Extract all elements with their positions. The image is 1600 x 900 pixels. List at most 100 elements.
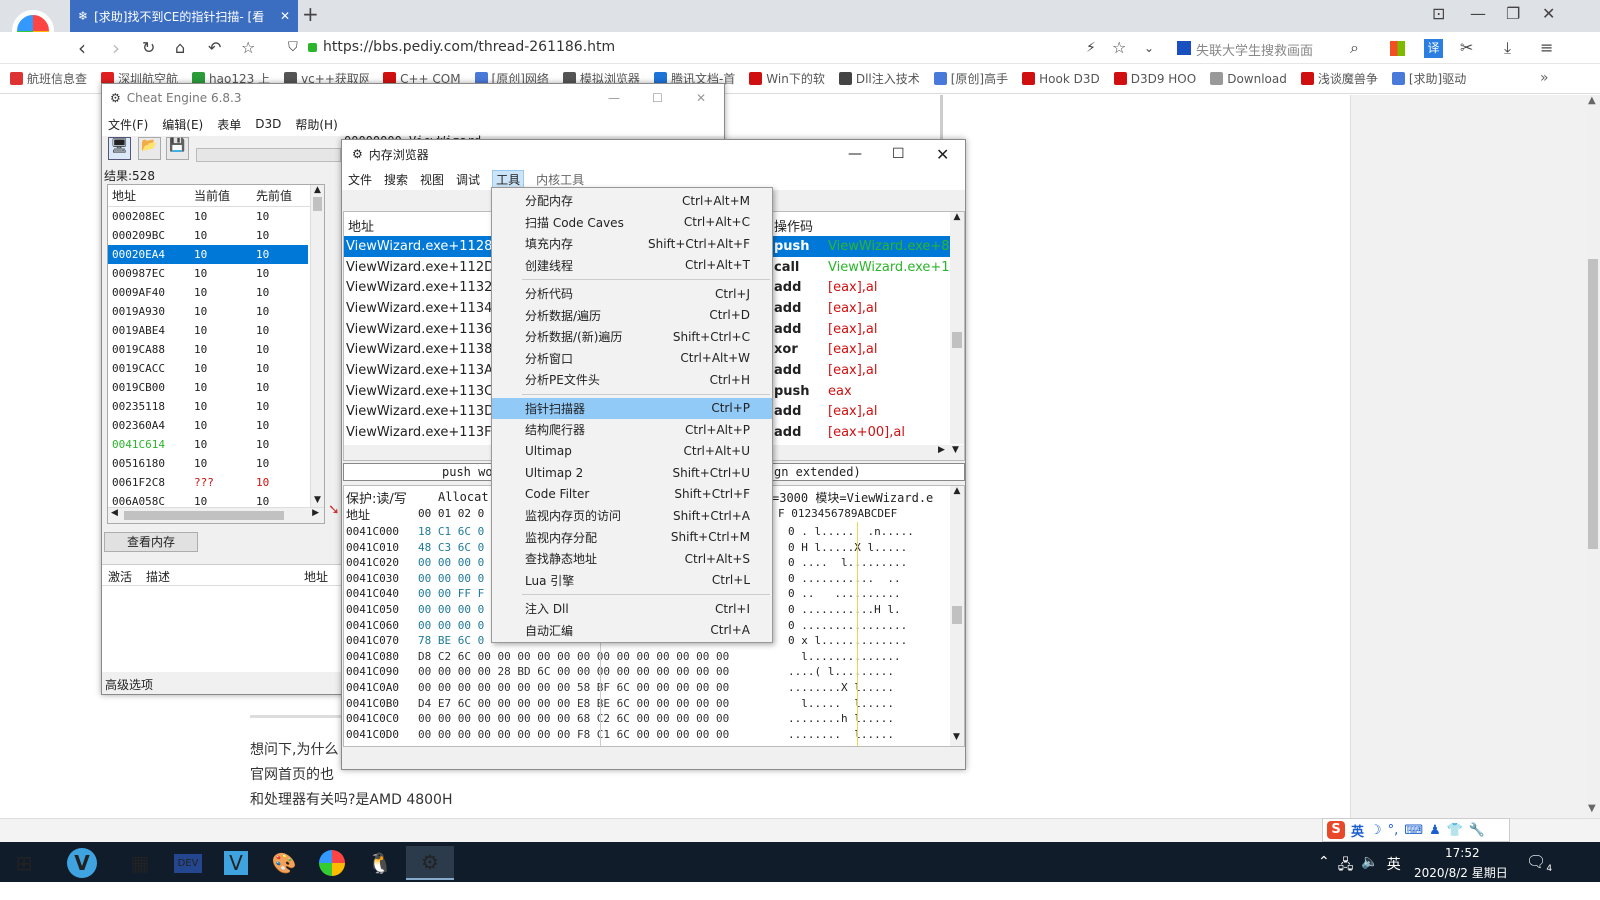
result-row[interactable]: 00516180 10 10: [108, 454, 308, 473]
tools-menu-item[interactable]: 指针扫描器 Ctrl+P: [492, 397, 772, 419]
notification-icon[interactable]: 🗨4: [1526, 852, 1552, 874]
col-description[interactable]: 描述: [146, 568, 170, 585]
result-row[interactable]: 0019CACC 10 10: [108, 359, 308, 378]
download-icon[interactable]: ⤓: [1504, 32, 1511, 64]
search-icon[interactable]: ⌕: [1350, 32, 1359, 64]
arrow-icon[interactable]: ➘: [328, 502, 340, 518]
favorite-icon[interactable]: ☆: [1112, 32, 1126, 64]
dropdown-icon[interactable]: ⌄: [1144, 32, 1154, 64]
undo-icon[interactable]: ↶: [208, 32, 221, 64]
scroll-up-icon[interactable]: ▲: [950, 212, 964, 222]
translate-icon[interactable]: 译: [1424, 39, 1443, 58]
cheat-engine-task-icon[interactable]: ⚙: [406, 846, 454, 880]
minimize-icon[interactable]: —: [1470, 0, 1486, 30]
devcpp-icon[interactable]: DEV: [164, 846, 212, 880]
hex-row[interactable]: 0041C0C0 00 00 00 00 00 00 00 00 68 C2 6C…: [346, 712, 952, 728]
ce-min-icon[interactable]: —: [608, 91, 620, 105]
tools-menu-item[interactable]: 分析数据/遍历 Ctrl+D: [492, 305, 772, 327]
ime-mode[interactable]: 英: [1351, 821, 1364, 840]
ime-toolbar[interactable]: S 英 ☽ °, ⌨ ♟ 👕 🔧: [1322, 818, 1510, 842]
url-field[interactable]: https://bbs.pediy.com/thread-261186.htm: [323, 39, 615, 55]
tab-close-icon[interactable]: ✕: [280, 9, 290, 23]
maximize-icon[interactable]: ❐: [1506, 0, 1520, 30]
col-address[interactable]: 地址: [108, 187, 194, 204]
ce-menu-edit[interactable]: 编辑(E): [162, 116, 203, 133]
tools-menu-item[interactable]: Ultimap 2 Shift+Ctrl+U: [492, 462, 772, 484]
tools-menu-item[interactable]: 分析PE文件头 Ctrl+H: [492, 369, 772, 391]
active-tab[interactable]: ❄ [求助]找不到CE的指针扫描- [看 ✕: [70, 0, 298, 32]
search-field[interactable]: 失联大学生搜救画面: [1196, 40, 1313, 59]
mv-menu-tools[interactable]: 工具: [492, 169, 525, 189]
bookmarks-more-icon[interactable]: »: [1540, 70, 1549, 86]
tools-menu-item[interactable]: 分配内存 Ctrl+Alt+M: [492, 190, 772, 212]
ce-close-icon[interactable]: ✕: [696, 91, 706, 105]
hex-row[interactable]: 0041C0A0 00 00 00 00 00 00 00 00 58 BF 6C…: [346, 681, 952, 697]
scroll-up-icon[interactable]: ▲: [950, 486, 964, 496]
result-row[interactable]: 0019A930 10 10: [108, 302, 308, 321]
new-tab-icon[interactable]: +: [302, 0, 319, 30]
mv-menu-debug[interactable]: 调试: [456, 171, 480, 188]
apps-icon[interactable]: [1390, 41, 1405, 56]
mv-menu-search[interactable]: 搜索: [384, 171, 408, 188]
dis-col-opcode[interactable]: 操作码: [774, 216, 813, 235]
mv-menu-kernel[interactable]: 内核工具: [536, 171, 584, 188]
tools-menu-item[interactable]: 分析代码 Ctrl+J: [492, 283, 772, 305]
hex-row[interactable]: 0041C0D0 00 00 00 00 00 00 00 00 F8 C1 6C…: [346, 728, 952, 744]
volume-icon[interactable]: 🔈: [1361, 854, 1378, 878]
open-button[interactable]: 📂: [138, 137, 161, 160]
view-memory-button[interactable]: 查看内存: [104, 532, 198, 552]
result-row[interactable]: 00020EA4 10 10: [108, 245, 308, 264]
scroll-down-icon[interactable]: ▼: [953, 732, 960, 742]
scroll-down-icon[interactable]: ▼: [314, 495, 321, 505]
tools-menu-item[interactable]: 填充内存 Shift+Ctrl+Alt+F: [492, 233, 772, 255]
bookmark-item[interactable]: D3D9 HOO: [1113, 72, 1196, 86]
hex-vscroll[interactable]: ▲ ▼: [950, 486, 964, 746]
ce-menu-table[interactable]: 表单: [217, 116, 241, 133]
bookmark-item[interactable]: Download: [1210, 72, 1287, 86]
mv-close-icon[interactable]: ✕: [936, 145, 949, 164]
tools-menu-item[interactable]: 监视内存分配 Shift+Ctrl+M: [492, 527, 772, 549]
scroll-thumb[interactable]: [952, 606, 962, 624]
process-button[interactable]: 🖥: [108, 137, 131, 160]
user-icon[interactable]: ♟: [1429, 823, 1441, 838]
reload-icon[interactable]: ↻: [142, 32, 155, 64]
tools-menu-item[interactable]: 扫描 Code Caves Ctrl+Alt+C: [492, 212, 772, 234]
vm-icon[interactable]: V: [212, 846, 260, 880]
ce-menu-help[interactable]: 帮助(H): [295, 116, 337, 133]
bolt-icon[interactable]: ⚡: [1086, 32, 1096, 64]
result-row[interactable]: 0061F2C8??? 10: [108, 473, 308, 492]
scroll-right-icon[interactable]: ▶: [938, 445, 945, 455]
scroll-up-icon[interactable]: ▲: [311, 185, 324, 195]
scroll-down-icon[interactable]: ▼: [1588, 803, 1596, 814]
mv-min-icon[interactable]: —: [848, 146, 862, 162]
tools-menu-item[interactable]: 创建线程 Ctrl+Alt+T: [492, 255, 772, 277]
result-row[interactable]: 0019ABE4 10 10: [108, 321, 308, 340]
result-row[interactable]: 0019CB00 10 10: [108, 378, 308, 397]
scroll-thumb[interactable]: [313, 197, 322, 211]
back-icon[interactable]: ‹: [78, 32, 86, 64]
wrench-icon[interactable]: 🔧: [1469, 823, 1485, 838]
result-row[interactable]: 0009AF40 10 10: [108, 283, 308, 302]
scroll-right-icon[interactable]: ▶: [312, 508, 319, 518]
result-row[interactable]: 000209BC 10 10: [108, 226, 308, 245]
scroll-up-icon[interactable]: ▲: [1588, 95, 1596, 106]
col-table-address[interactable]: 地址: [304, 568, 328, 585]
menu-icon[interactable]: ≡: [1540, 32, 1553, 64]
ce-max-icon[interactable]: ☐: [652, 91, 663, 105]
save-button[interactable]: 💾: [166, 137, 189, 160]
bookmark-item[interactable]: 浅谈魔兽争: [1300, 70, 1378, 87]
scroll-thumb[interactable]: [1588, 259, 1598, 549]
start-icon[interactable]: ⊞: [0, 846, 48, 880]
keyboard-icon[interactable]: ⌨: [1404, 823, 1423, 838]
result-row[interactable]: 002360A4 10 10: [108, 416, 308, 435]
tools-menu-item[interactable]: 注入 Dll Ctrl+I: [492, 598, 772, 620]
bookmark-item[interactable]: Dll注入技术: [838, 70, 920, 87]
tools-menu-item[interactable]: 自动汇编 Ctrl+A: [492, 620, 772, 642]
clock-date[interactable]: 2020/8/2 星期日: [1414, 864, 1508, 881]
calculator-icon[interactable]: ▦: [116, 846, 164, 880]
tools-menu-item[interactable]: 监视内存页的访问 Shift+Ctrl+A: [492, 505, 772, 527]
col-current[interactable]: 当前值: [194, 187, 256, 204]
dis-vscroll[interactable]: ▲: [950, 212, 964, 444]
result-row[interactable]: 0019CA88 10 10: [108, 340, 308, 359]
ce-menu-file[interactable]: 文件(F): [108, 116, 148, 133]
